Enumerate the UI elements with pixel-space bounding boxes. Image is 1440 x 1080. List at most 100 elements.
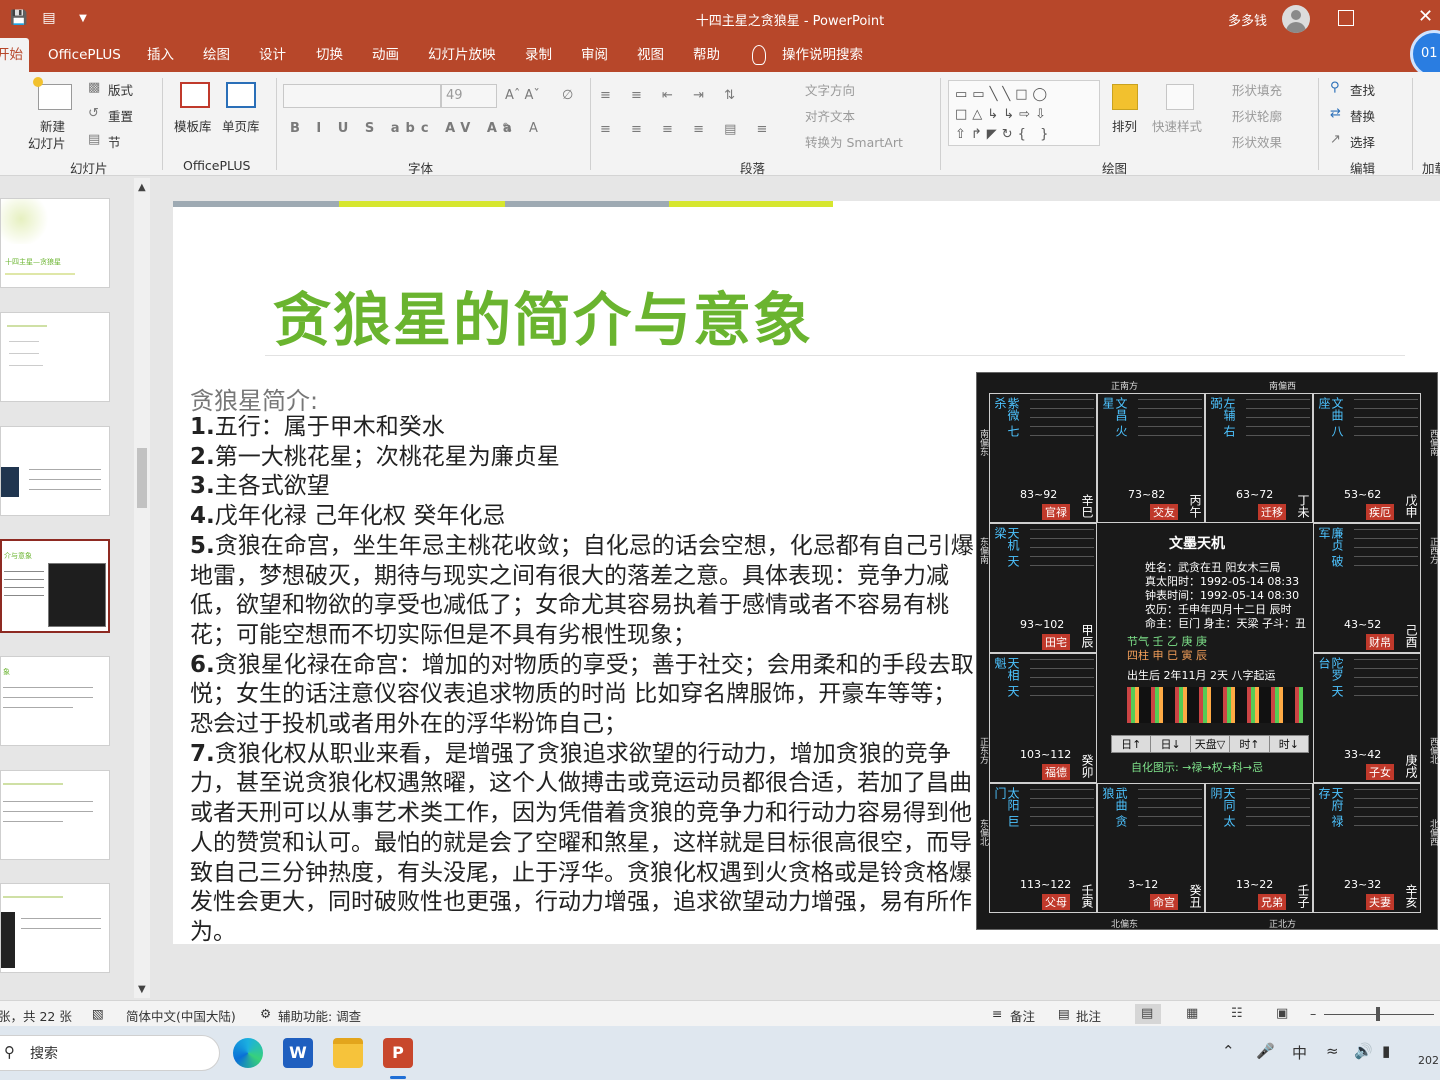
slide-thumbnail[interactable] [0,770,110,860]
text-direction-button[interactable]: 文字方向 [805,80,855,99]
slide-thumbnail[interactable] [0,426,110,516]
tab-record[interactable]: 录制 [525,38,552,72]
align-text-button[interactable]: 对齐文本 [805,106,855,125]
comments-icon[interactable]: ▤ [1058,1006,1070,1021]
tab-help[interactable]: 帮助 [693,38,720,72]
accessibility-icon[interactable]: ⚙ [260,1006,271,1021]
palace-cell[interactable]: 紫微 七杀 83~92 官禄 辛巳 [989,393,1097,523]
layout-button[interactable]: 版式 [108,80,133,99]
tab-home[interactable]: 开始 [0,38,29,72]
avatar[interactable] [1282,5,1310,33]
normal-view-button[interactable]: ▤ [1135,1004,1161,1024]
customize-toolbar-icon[interactable]: ▼ [72,8,94,28]
chevron-up-icon[interactable]: ⌃ [1222,1042,1235,1060]
addins-button[interactable]: 加载 [1422,158,1440,177]
align-icons[interactable]: ≡ ≡ ≡ ≡ ▤ ≡ [600,122,775,137]
tab-slideshow[interactable]: 幻灯片放映 [428,38,496,72]
tab-review[interactable]: 审阅 [581,38,608,72]
tab-officeplus[interactable]: OfficePLUS [48,38,121,72]
volume-icon[interactable]: 🔊 [1354,1042,1373,1060]
font-size-select[interactable]: 49 [441,84,497,108]
tab-view[interactable]: 视图 [637,38,664,72]
wifi-icon[interactable]: ≈ [1326,1042,1339,1060]
slideshow-button[interactable]: ▣ [1270,1004,1296,1024]
tab-transitions[interactable]: 切换 [316,38,343,72]
palace-cell[interactable]: 廉贞 破军 43~52 财帛 己酉 [1313,523,1421,653]
clock-year[interactable]: 202 [1418,1054,1439,1067]
zoom-out-icon[interactable]: – [1310,1006,1316,1021]
reading-view-button[interactable]: ☷ [1225,1004,1251,1024]
template-library-icon[interactable] [180,82,210,108]
palace-cell[interactable]: 文曲 八座 53~62 疾厄 戊申 [1313,393,1421,523]
body-subtitle[interactable]: 贪狼星简介: [190,381,318,416]
slide-title[interactable]: 贪狼星的简介与意象 [273,273,813,357]
thumbnail-scrollbar[interactable]: ▲ ▼ [134,178,150,998]
close-icon[interactable]: ✕ [1418,6,1433,27]
palace-cell[interactable]: 太阳 巨门 113~122 父母 壬寅 [989,783,1097,913]
hour-down-button[interactable]: 时↓ [1270,736,1308,752]
single-page-library-icon[interactable] [226,82,256,108]
battery-icon[interactable]: ▮ [1382,1042,1390,1060]
microphone-icon[interactable]: 🎤 [1256,1042,1275,1060]
hour-up-button[interactable]: 时↑ [1230,736,1270,752]
quick-styles-icon[interactable] [1166,84,1194,110]
powerpoint-icon[interactable]: P [383,1038,413,1068]
slide-sorter-button[interactable]: ▦ [1180,1004,1206,1024]
ziwei-chart-image[interactable]: 正南方 南偏西 北偏东 正北方 南偏东 东偏南 正东方 东偏北 西偏南 正西方 … [976,372,1438,930]
spellcheck-icon[interactable]: ▧ [92,1006,104,1021]
new-slide-button-2[interactable]: 幻灯片 [28,133,66,152]
tell-me-search[interactable]: 操作说明搜索 [782,38,863,72]
day-down-button[interactable]: 日↓ [1151,736,1191,752]
slide-thumbnail-selected[interactable]: 介与意象 [0,539,110,633]
tianpan-select[interactable]: 天盘▽ [1191,736,1231,752]
slide-thumbnail[interactable]: 象 [0,656,110,746]
palace-cell[interactable]: 武曲 贪狼 3~12 命宫 癸丑 [1097,783,1205,913]
tab-draw[interactable]: 绘图 [203,38,230,72]
user-name[interactable]: 多多钱 [1228,10,1267,29]
font-format-icons[interactable]: B I U S abc AV Aa [290,121,518,136]
palace-cell[interactable]: 文昌 火星 73~82 交友 丙午 [1097,393,1205,523]
ime-indicator[interactable]: 中 [1292,1042,1307,1063]
shape-fill-button[interactable]: 形状填充 [1232,80,1282,99]
select-button[interactable]: 选择 [1350,132,1375,151]
reset-button[interactable]: 重置 [108,106,133,125]
font-family-select[interactable] [283,84,441,108]
slide-thumbnail[interactable] [0,312,110,402]
tab-animations[interactable]: 动画 [372,38,399,72]
single-page-library-button[interactable]: 单页库 [222,116,260,135]
scroll-down-icon[interactable]: ▼ [138,984,146,995]
new-slide-icon[interactable] [33,77,72,110]
font-grow-shrink-icons[interactable]: Aˆ Aˇ [505,88,540,103]
template-library-button[interactable]: 模板库 [174,116,212,135]
shapes-gallery[interactable]: ▭▭╲╲□◯ □△↳↳⇨⇩ ⇧↱◤↻{ } [948,80,1100,146]
slide-thumbnail[interactable] [0,883,110,973]
replace-button[interactable]: 替换 [1350,106,1375,125]
word-icon[interactable]: W [283,1038,313,1068]
tab-insert[interactable]: 插入 [147,38,174,72]
scroll-up-icon[interactable]: ▲ [138,182,146,193]
tab-design[interactable]: 设计 [259,38,286,72]
scroll-thumb[interactable] [137,448,147,508]
shape-outline-button[interactable]: 形状轮廓 [1232,106,1282,125]
language-status[interactable]: 简体中文(中国大陆) [126,1006,236,1025]
slide-thumbnail[interactable]: 十四主星—贪狼星 [0,198,110,288]
palace-cell[interactable]: 左辅 右弼 63~72 迁移 丁未 [1205,393,1313,523]
arrange-button[interactable]: 排列 [1112,116,1137,135]
palace-cell[interactable]: 天机 天梁 93~102 田宅 甲辰 [989,523,1097,653]
edge-icon[interactable] [233,1038,263,1068]
present-icon[interactable]: ▤ [38,8,60,28]
palace-cell[interactable]: 陀罗 天台 33~42 子女 庚戌 [1313,653,1421,783]
notes-button[interactable]: 备注 [1010,1006,1035,1025]
palace-cell[interactable]: 天相 天魁 103~112 福德 癸卯 [989,653,1097,783]
file-explorer-icon[interactable] [333,1038,363,1068]
zoom-slider-knob[interactable] [1376,1007,1380,1021]
arrange-icon[interactable] [1112,84,1138,110]
notes-icon[interactable]: ≡ [992,1006,1002,1021]
day-up-button[interactable]: 日↑ [1112,736,1152,752]
section-button[interactable]: 节 [108,132,121,151]
shape-effects-button[interactable]: 形状效果 [1232,132,1282,151]
palace-cell[interactable]: 天府 禄存 23~32 夫妻 辛亥 [1313,783,1421,913]
clear-format-icon[interactable]: ∅ [562,88,573,103]
find-button[interactable]: 查找 [1350,80,1375,99]
palace-cell[interactable]: 天同 太阴 13~22 兄弟 壬子 [1205,783,1313,913]
